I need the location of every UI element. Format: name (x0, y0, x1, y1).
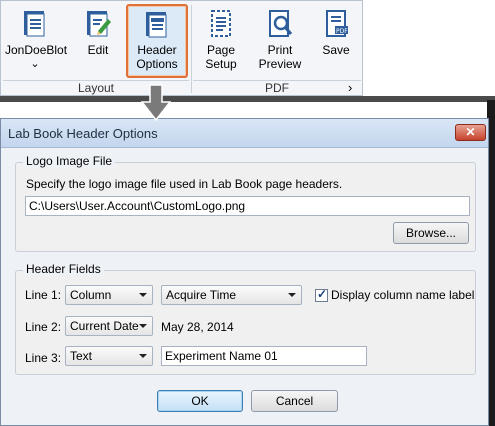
close-button[interactable]: ✕ (455, 124, 486, 141)
header-options-icon (146, 12, 167, 38)
line1-type-value: Column (70, 288, 112, 302)
header-fields-title: Header Fields (23, 262, 104, 276)
chevron-down-icon: ⌄ (30, 58, 40, 70)
line2-value: May 28, 2014 (161, 320, 234, 334)
line1-type-select[interactable]: Column (65, 285, 153, 305)
line3-type-value: Text (70, 349, 93, 363)
dialog-title: Lab Book Header Options (8, 126, 158, 141)
logo-path-input[interactable]: C:\Users\User.Account\CustomLogo.png (25, 196, 470, 216)
ribbon: JonDoeBlot ⌄ Edit Header Options Page Se… (0, 0, 363, 96)
chevron-down-icon (139, 354, 147, 358)
svg-text:PDF: PDF (336, 28, 348, 35)
browse-button[interactable]: Browse... (393, 222, 469, 244)
save-pdf-label: Save (322, 43, 350, 57)
arrow-down-icon (141, 84, 171, 122)
display-column-name-label: Display column name label (331, 288, 475, 302)
header-options-label: Header Options (136, 43, 178, 71)
line3-type-select[interactable]: Text (65, 346, 153, 366)
line2-label: Line 2: (25, 320, 62, 334)
pdf-group-label: PDF (193, 80, 361, 96)
line2-type-select[interactable]: Current Date (65, 316, 153, 336)
line3-label: Line 3: (25, 351, 62, 365)
logo-description: Specify the logo image file used in Lab … (26, 177, 343, 191)
line2-type-value: Current Date (70, 319, 139, 333)
line1-field-select[interactable]: Acquire Time (161, 285, 302, 305)
print-preview-label: Print Preview (258, 43, 302, 71)
logo-group-title: Logo Image File (23, 154, 116, 168)
line1-field-value: Acquire Time (166, 288, 237, 302)
chevron-down-icon (139, 293, 147, 297)
line1-label: Line 1: (25, 288, 62, 302)
chevron-down-icon (139, 324, 147, 328)
save-pdf-button[interactable]: PDF Save (306, 5, 366, 75)
window-edge (0, 96, 495, 102)
header-options-button[interactable]: Header Options (126, 4, 188, 78)
print-preview-icon (269, 10, 293, 37)
pdf-icon: PDF (326, 10, 348, 37)
edit-notebook-icon (87, 11, 111, 37)
jondoeblot-button[interactable]: JonDoeBlot ⌄ (5, 5, 68, 75)
display-column-name-checkbox[interactable] (315, 287, 328, 302)
line3-text-input[interactable]: Experiment Name 01 (161, 346, 367, 366)
expand-group-icon[interactable]: › (348, 80, 352, 95)
notebook-icon (24, 11, 45, 37)
cancel-button[interactable]: Cancel (251, 390, 338, 412)
page-setup-icon (211, 10, 231, 37)
chevron-down-icon (288, 293, 296, 297)
ok-button[interactable]: OK (157, 390, 243, 412)
edit-label: Edit (87, 43, 109, 57)
edit-button[interactable]: Edit (68, 5, 128, 75)
page-setup-label: Page Setup (205, 43, 237, 71)
jondoeblot-label: JonDoeBlot (5, 43, 68, 57)
print-preview-button[interactable]: Print Preview (250, 5, 310, 75)
page-setup-button[interactable]: Page Setup (191, 5, 251, 75)
